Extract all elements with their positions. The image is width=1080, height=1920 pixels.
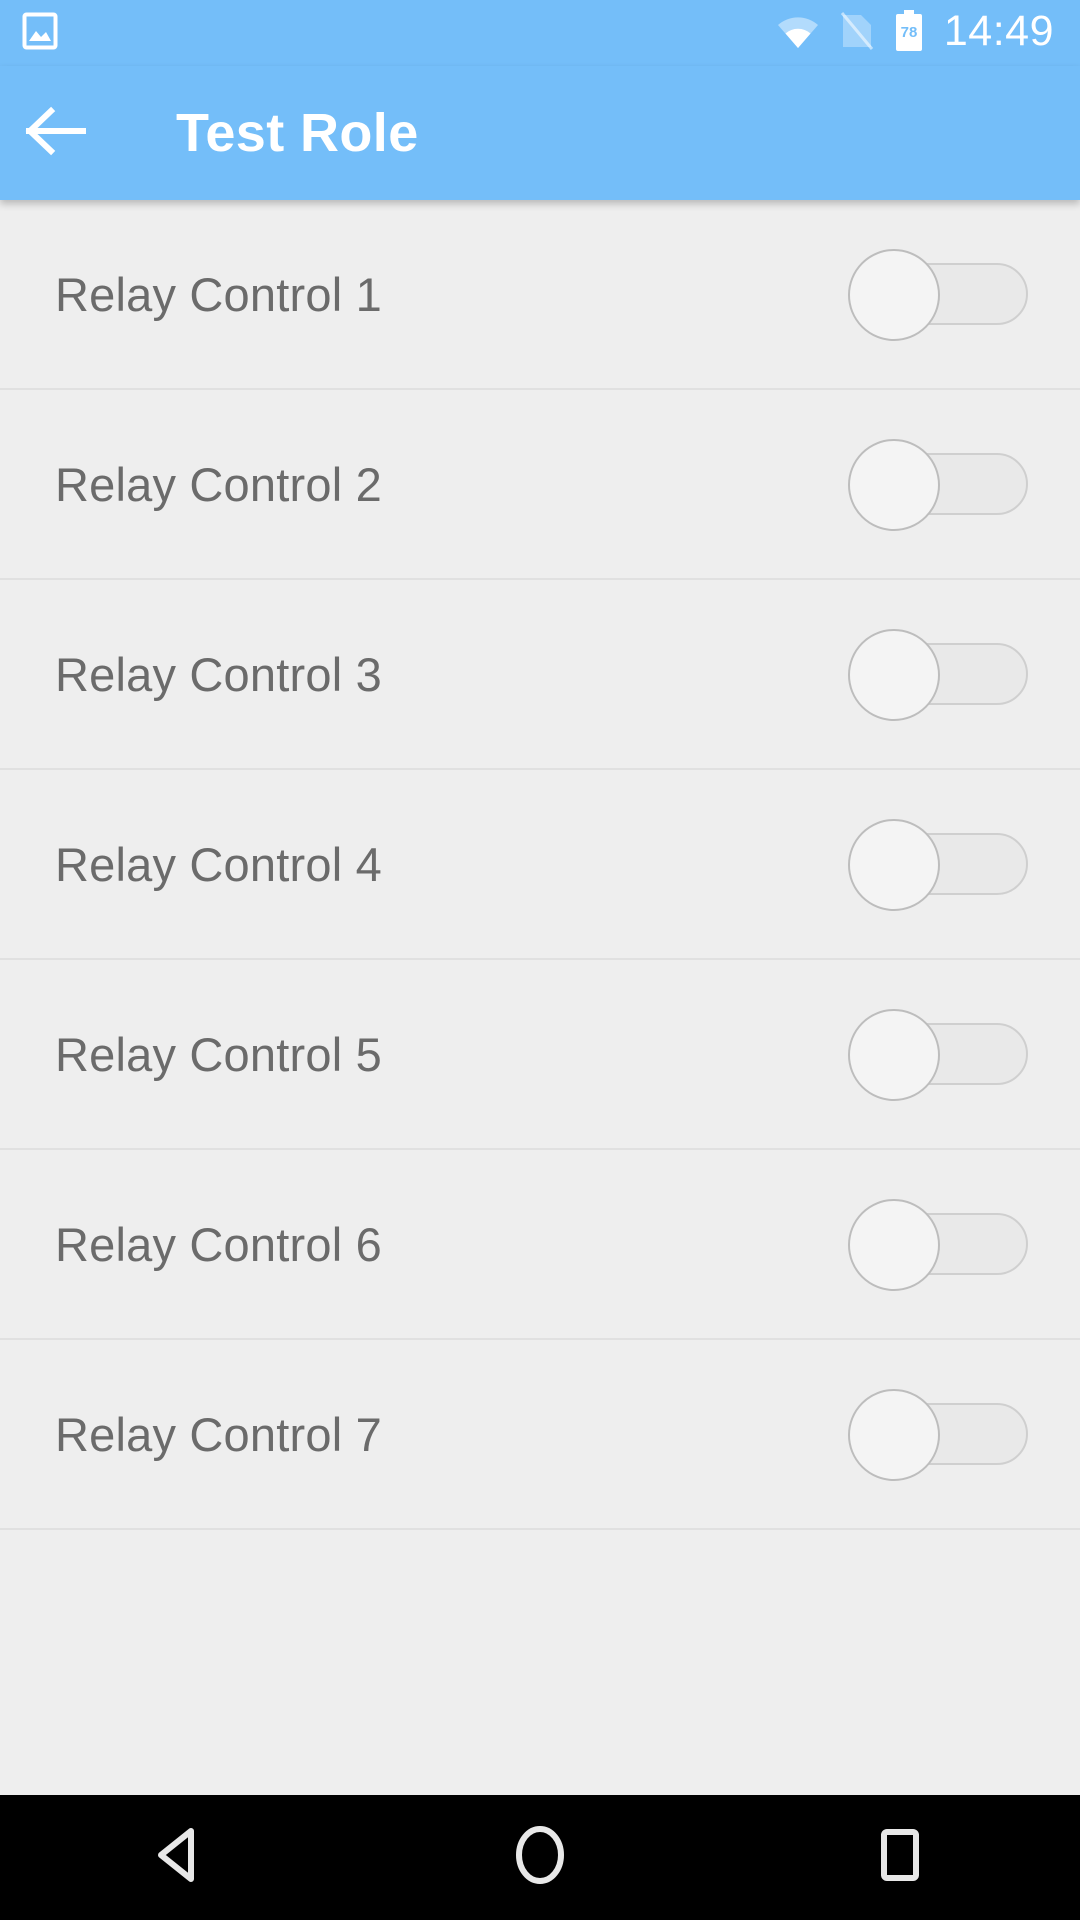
back-arrow-icon [25, 106, 87, 161]
nav-home-button[interactable] [440, 1795, 640, 1920]
relay-label: Relay Control 6 [55, 1217, 382, 1271]
page-title: Test Role [176, 103, 419, 163]
switch-knob [848, 819, 940, 911]
table-row[interactable]: Relay Control 7 [0, 1340, 1080, 1530]
no-sim-icon [840, 11, 874, 56]
status-bar: 78 14:49 [0, 0, 1080, 66]
relay-toggle-switch[interactable] [848, 1199, 1028, 1291]
relay-label: Relay Control 2 [55, 457, 382, 511]
table-row[interactable]: Relay Control 4 [0, 770, 1080, 960]
status-bar-system-icons: 78 14:49 [776, 7, 1054, 57]
status-bar-clock: 14:49 [943, 7, 1054, 55]
image-icon [22, 12, 58, 55]
switch-knob [848, 1389, 940, 1481]
table-row[interactable]: Relay Control 5 [0, 960, 1080, 1150]
relay-toggle-switch[interactable] [848, 819, 1028, 911]
table-row[interactable]: Relay Control 3 [0, 580, 1080, 770]
relay-label: Relay Control 5 [55, 1027, 382, 1081]
switch-knob [848, 1009, 940, 1101]
nav-recents-square-icon [874, 1827, 926, 1888]
relay-toggle-switch[interactable] [848, 629, 1028, 721]
battery-icon: 78 [894, 9, 924, 57]
table-row[interactable]: Relay Control 6 [0, 1150, 1080, 1340]
app-bar: Test Role [0, 66, 1080, 200]
relay-label: Relay Control 3 [55, 647, 382, 701]
table-row[interactable]: Relay Control 2 [0, 390, 1080, 580]
switch-knob [848, 1199, 940, 1291]
nav-recents-button[interactable] [800, 1795, 1000, 1920]
wifi-icon [776, 13, 820, 54]
relay-label: Relay Control 1 [55, 267, 382, 321]
table-row[interactable]: Relay Control 1 [0, 200, 1080, 390]
switch-knob [848, 249, 940, 341]
battery-level-text: 78 [901, 24, 918, 41]
relay-toggle-switch[interactable] [848, 1389, 1028, 1481]
relay-label: Relay Control 4 [55, 837, 382, 891]
relay-toggle-switch[interactable] [848, 439, 1028, 531]
relay-toggle-switch[interactable] [848, 249, 1028, 341]
nav-home-circle-icon [511, 1824, 569, 1891]
relay-list: Relay Control 1 Relay Control 2 Relay Co… [0, 200, 1080, 1795]
switch-knob [848, 629, 940, 721]
nav-back-button[interactable] [80, 1795, 280, 1920]
status-bar-notifications [22, 12, 58, 55]
phone-screen: 78 14:49 Test Role Relay Control 1 Relay… [0, 0, 1080, 1920]
switch-knob [848, 439, 940, 531]
system-navigation-bar [0, 1795, 1080, 1920]
relay-label: Relay Control 7 [55, 1407, 382, 1461]
back-button[interactable] [0, 66, 112, 200]
nav-back-triangle-icon [153, 1826, 207, 1889]
relay-toggle-switch[interactable] [848, 1009, 1028, 1101]
